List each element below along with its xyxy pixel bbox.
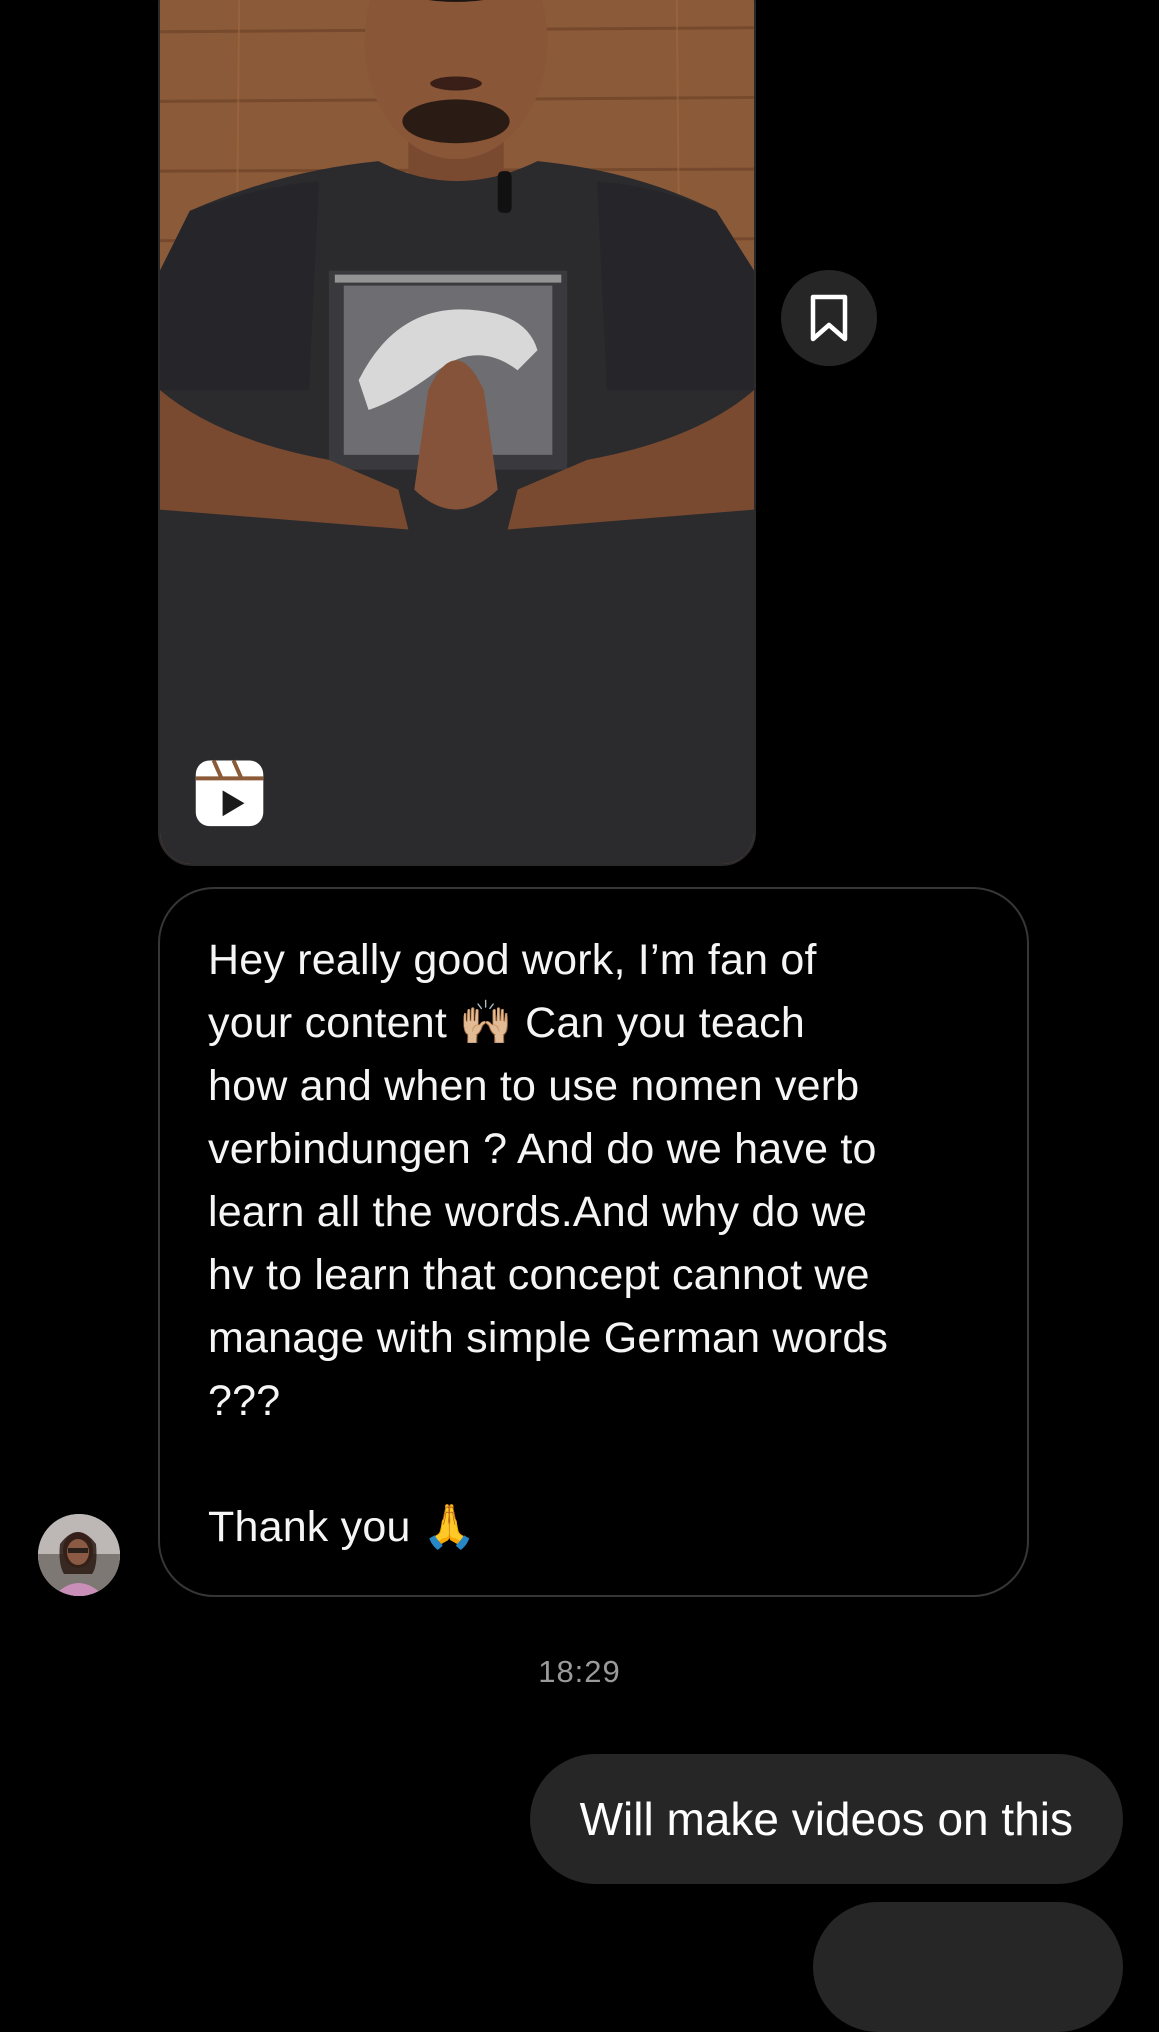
outgoing-message-text: Will make videos on this xyxy=(579,1793,1073,1845)
save-reel-button[interactable] xyxy=(781,270,877,366)
reel-thumbnail xyxy=(160,0,754,864)
incoming-message-text: Hey really good work, I’m fan of your co… xyxy=(208,936,889,1551)
bookmark-icon xyxy=(810,294,848,342)
sender-avatar[interactable] xyxy=(38,1514,120,1596)
incoming-message-bubble[interactable]: Hey really good work, I’m fan of your co… xyxy=(158,887,1029,1597)
shared-reel-card[interactable] xyxy=(158,0,756,866)
message-timestamp: 18:29 xyxy=(538,1654,621,1689)
user-avatar xyxy=(38,1514,120,1596)
outgoing-message-bubble[interactable]: Will make videos on this xyxy=(529,1754,1123,1884)
